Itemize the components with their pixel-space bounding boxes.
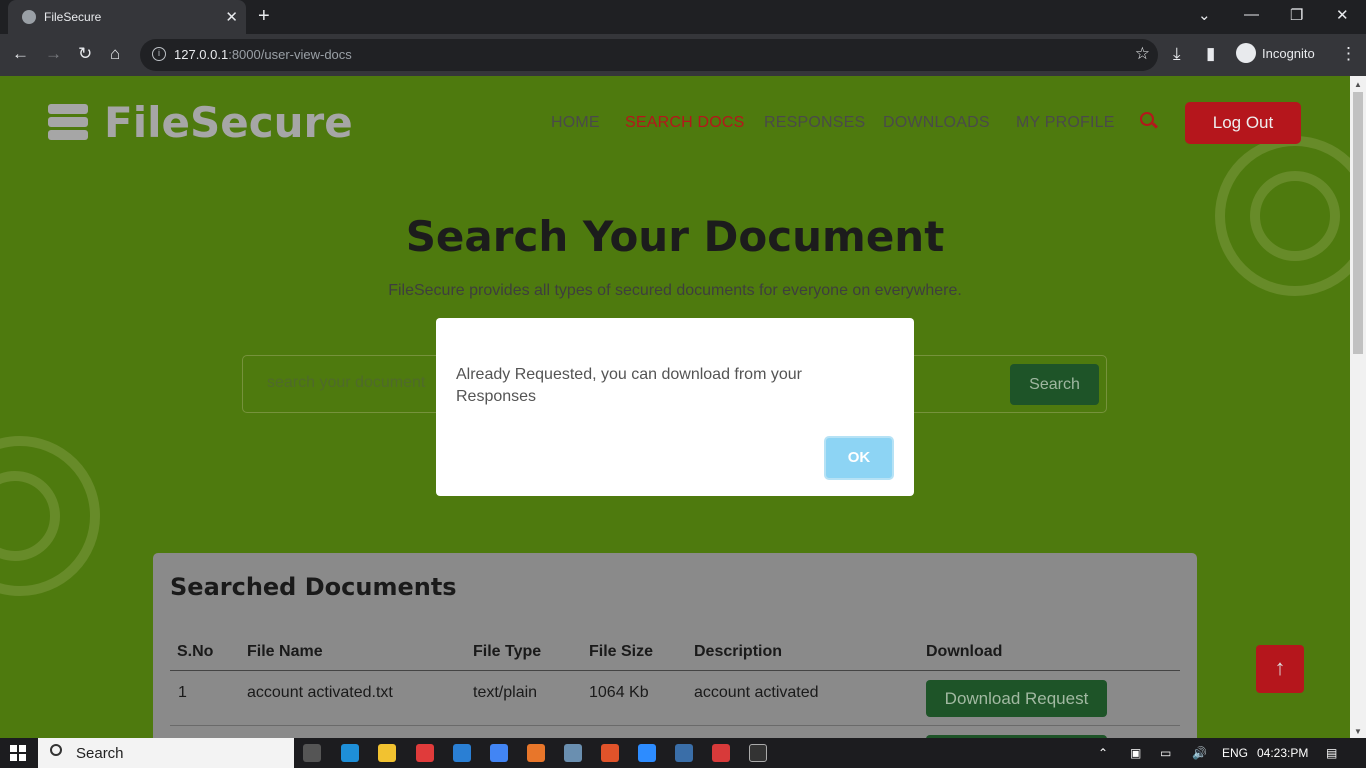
column-header: File Size <box>589 643 654 660</box>
chrome-icon[interactable] <box>490 744 508 762</box>
task-view-icon[interactable] <box>303 744 321 762</box>
incognito-indicator[interactable]: Incognito <box>1236 42 1315 63</box>
url-path: :8000/user-view-docs <box>228 47 352 62</box>
tab-title: FileSecure <box>44 10 102 24</box>
site-info-icon[interactable]: i <box>152 47 166 61</box>
new-tab-icon[interactable]: + <box>258 5 270 28</box>
address-bar[interactable]: i 127.0.0.1:8000/user-view-docs ☆ <box>140 39 1158 71</box>
browser-tab-bar: FileSecure ✕ + ⌄ — ❐ ✕ <box>0 0 1366 34</box>
terminal-icon[interactable] <box>749 744 767 762</box>
results-panel: Searched Documents S.No File Name File T… <box>153 553 1197 738</box>
restore-icon[interactable]: ❐ <box>1290 6 1303 24</box>
ok-button[interactable]: OK <box>824 436 894 480</box>
column-header: S.No <box>177 643 214 660</box>
cell-file-type: text/plain <box>473 684 538 701</box>
column-header: File Name <box>247 643 323 660</box>
search-button[interactable]: Search <box>1010 364 1099 405</box>
taskbar-search-label: Search <box>76 745 124 762</box>
column-header: Download <box>926 643 1003 660</box>
url-text: 127.0.0.1:8000/user-view-docs <box>174 47 352 62</box>
search-icon[interactable] <box>1140 112 1154 126</box>
app-icon[interactable] <box>416 744 434 762</box>
nav-search-docs[interactable]: SEARCH DOCS <box>625 114 745 132</box>
results-heading: Searched Documents <box>170 573 457 601</box>
alert-message: Already Requested, you can download from… <box>456 366 802 405</box>
magnifier-icon <box>50 744 62 756</box>
tray-expand-icon[interactable]: ⌃ <box>1098 746 1108 760</box>
taskbar-search-box[interactable]: Search <box>38 738 294 768</box>
tab-search-icon[interactable]: ⌄ <box>1198 6 1211 24</box>
bookmark-star-icon[interactable]: ☆ <box>1135 44 1150 64</box>
close-window-icon[interactable]: ✕ <box>1336 6 1349 24</box>
nav-my-profile[interactable]: MY PROFILE <box>1016 114 1115 132</box>
minimize-icon[interactable]: — <box>1244 6 1259 23</box>
volume-icon[interactable]: 🔊 <box>1192 746 1207 760</box>
logout-button[interactable]: Log Out <box>1185 102 1301 144</box>
zoom-icon[interactable] <box>638 744 656 762</box>
close-tab-icon[interactable]: ✕ <box>225 8 238 26</box>
vscode-icon[interactable] <box>453 744 471 762</box>
file-explorer-icon[interactable] <box>378 744 396 762</box>
column-header: File Type <box>473 643 542 660</box>
app-icon[interactable] <box>564 744 582 762</box>
menu-icon[interactable]: ⋮ <box>1340 44 1357 64</box>
download-request-button[interactable]: Download Request <box>926 680 1107 717</box>
brand-logo[interactable]: FileSecure <box>104 98 353 147</box>
globe-icon <box>22 10 36 24</box>
cell-description: account activated <box>694 684 819 701</box>
scroll-down-arrow[interactable]: ▼ <box>1354 727 1362 736</box>
search-placeholder: search your document <box>267 374 426 391</box>
back-icon[interactable]: ← <box>12 44 29 64</box>
browser-toolbar: ← → ↻ ⌂ i 127.0.0.1:8000/user-view-docs … <box>0 34 1366 76</box>
reload-icon[interactable]: ↻ <box>78 44 92 64</box>
home-icon[interactable]: ⌂ <box>110 44 120 64</box>
column-header: Description <box>694 643 783 660</box>
tray-app-icon[interactable]: ▣ <box>1130 746 1141 760</box>
clock[interactable]: 04:23:PM <box>1257 746 1308 760</box>
server-icon <box>48 104 88 140</box>
incognito-label: Incognito <box>1262 46 1315 61</box>
nav-responses[interactable]: RESPONSES <box>764 114 865 132</box>
network-icon[interactable]: ▭ <box>1160 746 1171 760</box>
search-app-icon[interactable] <box>527 744 545 762</box>
cell-file-name: account activated.txt <box>247 684 393 701</box>
nav-home[interactable]: HOME <box>551 114 600 132</box>
forward-icon[interactable]: → <box>45 44 62 64</box>
brave-icon[interactable] <box>601 744 619 762</box>
incognito-icon <box>1236 42 1256 63</box>
cell-sno: 1 <box>178 684 187 701</box>
windows-taskbar: Search ⌃ ▣ ▭ 🔊 ENG 04:23:PM ▤ <box>0 738 1366 768</box>
windows-start-icon[interactable] <box>10 745 26 761</box>
url-host: 127.0.0.1 <box>174 47 229 62</box>
scrollbar-thumb[interactable] <box>1353 92 1363 354</box>
nav-downloads[interactable]: DOWNLOADS <box>883 114 990 132</box>
cell-file-size: 1064 Kb <box>589 684 649 701</box>
page-scrollbar[interactable]: ▲ ▼ <box>1350 76 1366 738</box>
app-icon[interactable] <box>712 744 730 762</box>
browser-tab[interactable]: FileSecure ✕ <box>8 0 246 34</box>
notifications-icon[interactable]: ▤ <box>1326 746 1337 760</box>
side-panel-icon[interactable]: ▮ <box>1206 44 1215 64</box>
app-icon[interactable] <box>675 744 693 762</box>
scroll-up-arrow[interactable]: ▲ <box>1354 80 1362 89</box>
edge-icon[interactable] <box>341 744 359 762</box>
scroll-to-top-button[interactable]: ↑ <box>1256 645 1304 693</box>
language-indicator[interactable]: ENG <box>1222 746 1248 760</box>
download-icon[interactable]: ⤓ <box>1173 44 1181 64</box>
page-title: Search Your Document <box>405 212 945 261</box>
table-row-divider <box>170 725 1180 726</box>
page-subtitle: FileSecure provides all types of secured… <box>388 282 962 299</box>
table-divider <box>170 670 1180 671</box>
alert-dialog: Already Requested, you can download from… <box>436 318 914 496</box>
